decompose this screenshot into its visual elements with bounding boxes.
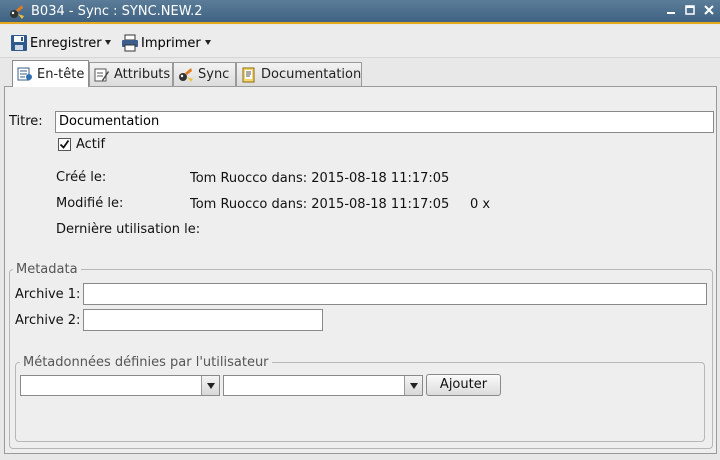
tab-attributes[interactable]: Attributs	[89, 62, 173, 86]
metadata-key-select[interactable]	[20, 375, 220, 396]
app-icon	[8, 4, 26, 20]
tab-header[interactable]: En-tête	[12, 60, 89, 87]
documentation-icon	[241, 67, 257, 83]
active-label: Actif	[76, 137, 106, 152]
printer-icon	[121, 34, 139, 52]
title-field[interactable]: Documentation	[55, 111, 714, 133]
save-label: Enregistrer	[30, 35, 102, 51]
add-button[interactable]: Ajouter	[426, 374, 501, 396]
last-used-label: Dernière utilisation le:	[56, 222, 201, 237]
title-label: Titre:	[9, 114, 43, 129]
sync-icon	[178, 67, 194, 83]
modified-count: 0 x	[470, 197, 491, 212]
active-checkbox[interactable]	[58, 138, 71, 151]
save-dropdown-icon[interactable]	[105, 40, 111, 45]
tab-attributes-label: Attributs	[114, 67, 171, 82]
chevron-down-icon[interactable]	[404, 376, 422, 395]
print-dropdown-icon[interactable]	[205, 40, 211, 45]
window-title: B034 - Sync : SYNC.NEW.2	[31, 4, 203, 19]
metadata-value-select[interactable]	[223, 375, 423, 396]
created-label: Créé le:	[56, 170, 107, 185]
floppy-disk-icon	[10, 34, 28, 52]
attributes-icon	[94, 67, 110, 83]
tab-documentation[interactable]: Documentation	[236, 62, 362, 86]
archive2-field[interactable]	[83, 309, 323, 331]
print-button[interactable]: Imprimer	[121, 33, 201, 53]
tab-documentation-label: Documentation	[261, 67, 362, 82]
user-metadata-group-title: Métadonnées définies par l'utilisateur	[20, 355, 272, 370]
toolbar: Enregistrer Imprimer	[0, 26, 720, 58]
close-icon[interactable]	[702, 3, 716, 19]
tab-sync[interactable]: Sync	[173, 62, 236, 86]
save-button[interactable]: Enregistrer	[10, 33, 102, 53]
maximize-icon[interactable]	[683, 3, 697, 19]
created-value: Tom Ruocco dans: 2015-08-18 11:17:05	[190, 171, 450, 186]
print-label: Imprimer	[141, 35, 201, 51]
user-metadata-group	[15, 362, 705, 442]
modified-label: Modifié le:	[56, 196, 124, 211]
archive1-field[interactable]	[83, 283, 707, 305]
tab-bar: En-tête Attributs Sync Documentation	[0, 60, 720, 87]
minimize-icon[interactable]	[664, 3, 678, 19]
metadata-group-title: Metadata	[13, 262, 81, 277]
tab-header-label: En-tête	[37, 66, 85, 82]
archive1-label: Archive 1:	[15, 287, 81, 302]
window-titlebar: B034 - Sync : SYNC.NEW.2	[0, 0, 720, 24]
archive2-label: Archive 2:	[15, 313, 81, 328]
chevron-down-icon[interactable]	[201, 376, 219, 395]
tab-sync-label: Sync	[198, 67, 230, 82]
header-icon	[17, 66, 33, 82]
modified-value: Tom Ruocco dans: 2015-08-18 11:17:05	[190, 197, 450, 212]
